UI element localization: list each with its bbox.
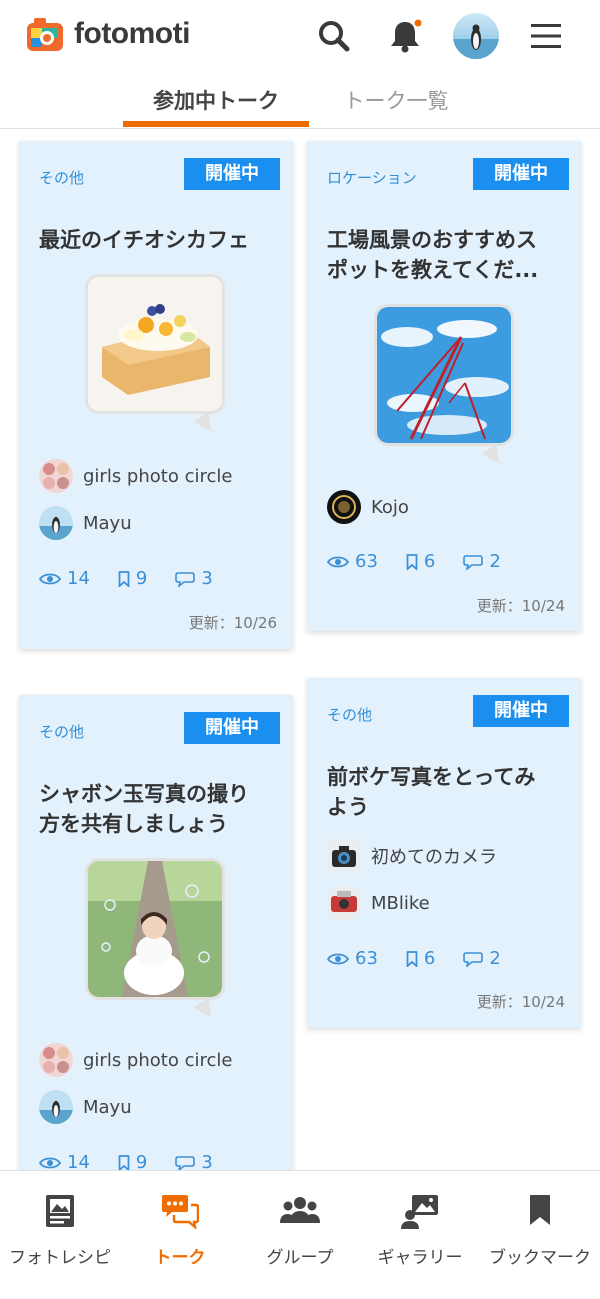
photo-recipe-icon xyxy=(0,1193,120,1229)
talk-card[interactable]: ロケーション 開催中 工場風景のおすすめス ポットを教えてくだ... Kojo … xyxy=(307,141,581,631)
card-user[interactable]: Kojo xyxy=(327,490,409,524)
card-thumbnail xyxy=(85,858,225,1000)
updated-date: 更新：10/24 xyxy=(476,597,565,615)
comment-icon xyxy=(175,1155,196,1171)
bookmark-outline-icon xyxy=(118,1154,130,1171)
logo-mark-icon xyxy=(26,16,64,52)
card-title: シャボン玉写真の撮り 方を共有しましょう xyxy=(39,782,249,836)
updated-date: 更新：10/26 xyxy=(188,614,277,632)
card-stats: 63 6 2 xyxy=(327,948,529,969)
nav-bookmark[interactable]: ブックマーク xyxy=(480,1171,600,1299)
bubble-tail xyxy=(193,997,219,1023)
updated-date: 更新：10/24 xyxy=(476,993,565,1011)
status-badge: 開催中 xyxy=(473,695,569,727)
card-category: その他 xyxy=(39,169,85,187)
card-title: 前ボケ写真をとってみ よう xyxy=(327,765,536,819)
bookmark-count: 6 xyxy=(406,948,435,969)
card-group[interactable]: 初めてのカメラ xyxy=(327,839,497,873)
bookmark-outline-icon xyxy=(406,553,418,570)
user-name: MBlike xyxy=(371,892,430,914)
bubble-tail xyxy=(481,443,507,469)
tab-joined-talks[interactable]: 参加中トーク xyxy=(123,84,309,118)
nav-label: グループ xyxy=(266,1248,334,1268)
status-badge: 開催中 xyxy=(184,158,280,190)
card-thumbnail xyxy=(374,304,514,446)
nav-label: トーク xyxy=(154,1248,206,1268)
comment-count: 2 xyxy=(463,948,501,969)
brand-logo[interactable]: fotomoti xyxy=(26,16,190,52)
brand-name: fotomoti xyxy=(74,17,190,50)
group-avatar xyxy=(39,459,73,493)
comment-icon xyxy=(175,571,196,587)
group-name: girls photo circle xyxy=(83,465,233,487)
card-group[interactable]: girls photo circle xyxy=(39,459,232,493)
active-tab-indicator xyxy=(123,121,309,127)
view-count: 63 xyxy=(327,948,378,969)
bookmark-icon xyxy=(480,1193,600,1229)
gallery-icon xyxy=(360,1193,480,1229)
card-title: 工場風景のおすすめス ポットを教えてくだ... xyxy=(327,228,539,282)
eye-icon xyxy=(327,953,349,964)
search-icon[interactable] xyxy=(312,14,356,58)
bookmark-outline-icon xyxy=(118,570,130,587)
card-title: 最近のイチオシカフェ xyxy=(39,228,249,252)
card-thumbnail xyxy=(85,274,225,414)
group-icon xyxy=(240,1193,360,1229)
view-count: 63 xyxy=(327,551,378,572)
user-avatar-small xyxy=(327,886,361,920)
eye-icon xyxy=(39,573,61,584)
user-name: Kojo xyxy=(371,496,409,518)
user-avatar-small xyxy=(327,490,361,524)
bell-icon[interactable] xyxy=(383,14,427,58)
bookmark-count: 6 xyxy=(406,551,435,572)
tab-talk-list[interactable]: トーク一覧 xyxy=(316,84,476,118)
hamburger-menu-icon[interactable] xyxy=(524,14,568,58)
user-name: Mayu xyxy=(83,1096,132,1118)
app-header: fotomoti xyxy=(0,0,600,76)
view-count: 14 xyxy=(39,568,90,589)
eye-icon xyxy=(39,1157,61,1168)
bookmark-count: 9 xyxy=(118,568,147,589)
talk-tabs: 参加中トーク トーク一覧 xyxy=(0,76,600,129)
card-user[interactable]: MBlike xyxy=(327,886,430,920)
nav-group[interactable]: グループ xyxy=(240,1171,360,1299)
bubble-tail xyxy=(193,411,219,437)
comment-icon xyxy=(463,554,484,570)
card-category: その他 xyxy=(39,723,85,741)
status-badge: 開催中 xyxy=(184,712,280,744)
nav-gallery[interactable]: ギャラリー xyxy=(360,1171,480,1299)
eye-icon xyxy=(327,556,349,567)
talk-card[interactable]: その他 開催中 最近のイチオシカフェ girls photo circle Ma… xyxy=(19,141,293,649)
user-avatar[interactable] xyxy=(453,13,499,59)
card-user[interactable]: Mayu xyxy=(39,506,132,540)
card-category: ロケーション xyxy=(327,169,417,187)
card-category: その他 xyxy=(327,706,373,724)
card-user[interactable]: Mayu xyxy=(39,1090,132,1124)
card-stats: 14 9 3 xyxy=(39,568,241,589)
group-avatar xyxy=(39,1043,73,1077)
nav-photo-recipe[interactable]: フォトレシピ xyxy=(0,1171,120,1299)
bottom-navigation: フォトレシピ トーク グループ ギャラリー ブックマーク xyxy=(0,1170,600,1299)
user-avatar-small xyxy=(39,1090,73,1124)
talk-card[interactable]: その他 開催中 シャボン玉写真の撮り 方を共有しましょう girls photo… xyxy=(19,695,293,1175)
nav-label: ギャラリー xyxy=(377,1248,463,1268)
group-avatar xyxy=(327,839,361,873)
user-name: Mayu xyxy=(83,512,132,534)
comment-icon xyxy=(463,951,484,967)
nav-talk[interactable]: トーク xyxy=(120,1171,240,1299)
talk-card[interactable]: その他 開催中 前ボケ写真をとってみ よう 初めてのカメラ MBlike 63 … xyxy=(307,678,581,1028)
card-group[interactable]: girls photo circle xyxy=(39,1043,232,1077)
nav-label: ブックマーク xyxy=(489,1248,591,1268)
card-stats: 63 6 2 xyxy=(327,551,529,572)
status-badge: 開催中 xyxy=(473,158,569,190)
group-name: 初めてのカメラ xyxy=(371,847,497,868)
comment-count: 3 xyxy=(175,568,213,589)
nav-label: フォトレシピ xyxy=(9,1248,111,1268)
comment-count: 2 xyxy=(463,551,501,572)
bookmark-outline-icon xyxy=(406,950,418,967)
group-name: girls photo circle xyxy=(83,1049,233,1071)
talk-icon xyxy=(120,1193,240,1229)
user-avatar-small xyxy=(39,506,73,540)
